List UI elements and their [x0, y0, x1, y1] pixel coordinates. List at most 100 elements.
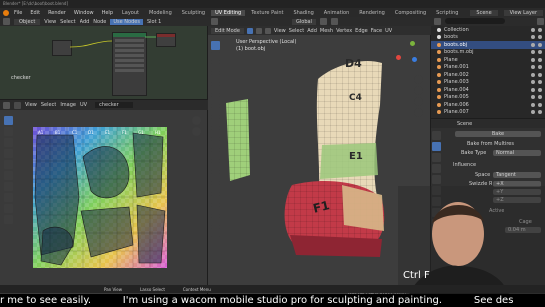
vp-shrink-tool-icon[interactable] — [211, 228, 220, 237]
relax-tool-icon[interactable] — [4, 204, 13, 213]
grab-tool-icon[interactable] — [4, 193, 13, 202]
zoom-icon-3d[interactable] — [413, 75, 423, 84]
tab-layout[interactable]: Layout — [118, 10, 143, 16]
menu-file[interactable]: File — [11, 10, 25, 16]
view-layer-selector[interactable]: View Layer — [503, 9, 544, 16]
bake-type-dropdown[interactable]: Normal — [493, 150, 541, 156]
hand-icon-3d[interactable] — [413, 86, 423, 95]
vp-rotate-tool-icon[interactable] — [211, 74, 220, 83]
hand-pan-icon[interactable] — [192, 127, 201, 136]
rotate-tool-icon[interactable] — [4, 149, 13, 158]
space-dropdown[interactable]: Tangent — [493, 172, 541, 178]
uv-texture-canvas[interactable]: A1 B1 C1 D1 E1 F1 G1 H1 — [33, 127, 167, 268]
orientation-dropdown[interactable]: Global — [292, 18, 316, 25]
vp-bevel-tool-icon[interactable] — [211, 151, 220, 160]
menu-window[interactable]: Window — [71, 10, 97, 16]
vp-polybuild-tool-icon[interactable] — [211, 184, 220, 193]
list-item[interactable]: Plane.005 — [431, 94, 545, 102]
uv-sync-icon[interactable] — [14, 101, 21, 109]
edge-select-icon[interactable] — [255, 27, 262, 34]
axis-z-icon[interactable] — [412, 57, 417, 62]
vp-menu-add[interactable]: Add — [307, 28, 317, 34]
tab-rendering[interactable]: Rendering — [355, 10, 389, 16]
uv-menu-uv[interactable]: UV — [80, 102, 87, 108]
vp-loopcut-tool-icon[interactable] — [211, 162, 220, 171]
proportional-icon[interactable] — [330, 18, 338, 25]
vp-transform-tool-icon[interactable] — [211, 96, 220, 105]
list-item[interactable]: boots — [431, 34, 545, 42]
image-selector[interactable]: checker — [95, 102, 133, 108]
move-tool-icon[interactable] — [4, 138, 13, 147]
uv-menu-view[interactable]: View — [25, 102, 37, 108]
uv-menu-select[interactable]: Select — [41, 102, 56, 108]
vp-menu-uv[interactable]: UV — [385, 28, 392, 34]
vp-menu-vertex[interactable]: Vertex — [336, 28, 352, 34]
outliner-type-icon[interactable] — [434, 18, 441, 25]
tab-sculpting[interactable]: Sculpting — [178, 10, 209, 16]
tab-animation[interactable]: Animation — [320, 10, 354, 16]
vp-knife-tool-icon[interactable] — [211, 173, 220, 182]
list-item[interactable]: Plane.006 — [431, 101, 545, 109]
vp-spin-tool-icon[interactable] — [211, 195, 220, 204]
face-select-icon[interactable] — [264, 27, 271, 34]
vp-menu-view[interactable]: View — [274, 28, 286, 34]
snap-icon[interactable] — [319, 18, 327, 25]
render-tab-icon[interactable] — [432, 142, 441, 151]
uv-editor-type-icon[interactable] — [3, 101, 10, 109]
vp-measure-tool-icon[interactable] — [211, 118, 220, 127]
zoom-icon[interactable] — [192, 116, 201, 125]
output-tab-icon[interactable] — [432, 153, 441, 162]
select-tool-icon[interactable] — [4, 116, 13, 125]
list-item[interactable]: Plane.001 — [431, 64, 545, 72]
viewport-type-icon[interactable] — [211, 18, 218, 25]
bake-button[interactable]: Bake — [455, 131, 541, 137]
vp-menu-mesh[interactable]: Mesh — [320, 28, 333, 34]
axis-gizmo[interactable] — [394, 39, 422, 67]
camera-icon[interactable] — [413, 97, 423, 106]
tool-tab-icon[interactable] — [432, 131, 441, 140]
bake-from-multires-checkbox[interactable]: Bake from Multires — [467, 141, 514, 147]
tab-scripting[interactable]: Scripting — [432, 10, 462, 16]
vp-slide-tool-icon[interactable] — [211, 217, 220, 226]
uv-menu-image[interactable]: Image — [60, 102, 76, 108]
scene-tab-icon[interactable] — [432, 175, 441, 184]
list-item[interactable]: boots.obj — [431, 41, 545, 49]
vp-move-tool-icon[interactable] — [211, 63, 220, 72]
tab-modeling[interactable]: Modeling — [145, 10, 176, 16]
boot-model[interactable] — [222, 35, 422, 285]
vertex-select-icon[interactable] — [246, 27, 253, 34]
blender-logo-icon[interactable] — [3, 9, 9, 16]
axis-y-icon[interactable] — [410, 41, 415, 46]
menu-edit[interactable]: Edit — [27, 10, 43, 16]
transform-tool-icon[interactable] — [4, 171, 13, 180]
view-layer-tab-icon[interactable] — [432, 164, 441, 173]
vp-select-tool-icon[interactable] — [211, 41, 220, 50]
vp-smooth-tool-icon[interactable] — [211, 206, 220, 215]
annotate-tool-icon[interactable] — [4, 182, 13, 191]
vp-menu-face[interactable]: Face — [371, 28, 382, 34]
list-item[interactable]: Collection — [431, 26, 545, 34]
menu-help[interactable]: Help — [99, 10, 116, 16]
tab-uv-editing[interactable]: UV Editing — [211, 9, 246, 16]
vp-inset-tool-icon[interactable] — [211, 140, 220, 149]
vp-cursor-tool-icon[interactable] — [211, 52, 220, 61]
mode-dropdown[interactable]: Edit Mode — [211, 27, 244, 34]
vp-extrude-tool-icon[interactable] — [211, 129, 220, 138]
axis-x-icon[interactable] — [396, 55, 401, 60]
tab-compositing[interactable]: Compositing — [391, 10, 430, 16]
cursor-tool-icon[interactable] — [4, 127, 13, 136]
list-item[interactable]: Plane.003 — [431, 79, 545, 87]
tab-shading[interactable]: Shading — [289, 10, 317, 16]
list-item[interactable]: Plane — [431, 56, 545, 64]
list-item[interactable]: Plane.002 — [431, 71, 545, 79]
list-item[interactable]: boots.m.obj — [431, 49, 545, 57]
vp-annotate-tool-icon[interactable] — [211, 107, 220, 116]
menu-render[interactable]: Render — [45, 10, 69, 16]
vp-menu-edge[interactable]: Edge — [355, 28, 368, 34]
outliner-search[interactable] — [445, 18, 505, 24]
vp-menu-select[interactable]: Select — [289, 28, 304, 34]
tab-texture-paint[interactable]: Texture Paint — [247, 10, 287, 16]
filter-icon[interactable] — [537, 18, 544, 25]
list-item[interactable]: Plane.004 — [431, 86, 545, 94]
list-item[interactable]: Plane.007 — [431, 109, 545, 117]
